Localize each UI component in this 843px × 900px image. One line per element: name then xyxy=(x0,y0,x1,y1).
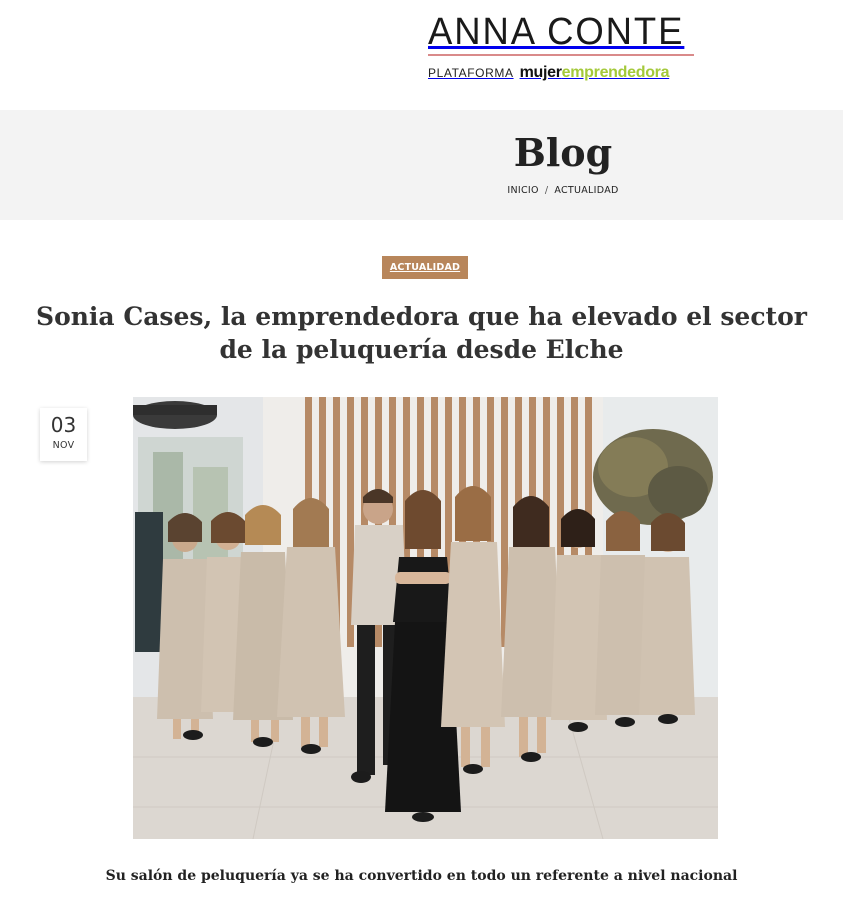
post-date-month: NOV xyxy=(52,440,75,451)
logo-subline: PLATAFORMA mujer emprendedora xyxy=(428,64,696,82)
page-title: Blog xyxy=(513,130,613,175)
page-banner: Blog INICIO / ACTUALIDAD xyxy=(0,110,843,220)
logo-name: ANNA CONTE xyxy=(428,11,685,53)
post-date-day: 03 xyxy=(50,413,77,437)
site-header: ANNA CONTE PLATAFORMA mujer emprendedora xyxy=(0,0,843,110)
post-date-box: 03 NOV xyxy=(40,408,87,461)
logo-rule xyxy=(428,54,694,56)
logo-brand-part1: mujer xyxy=(519,64,562,81)
hero-photo-illustration xyxy=(133,397,718,839)
site-logo[interactable]: ANNA CONTE PLATAFORMA mujer emprendedora xyxy=(428,12,696,82)
logo-platform-label: PLATAFORMA xyxy=(428,66,514,80)
breadcrumb-separator: / xyxy=(544,185,549,196)
breadcrumb-category-link[interactable]: ACTUALIDAD xyxy=(554,185,618,196)
category-badge[interactable]: ACTUALIDAD xyxy=(382,256,468,279)
logo-brand-part2: emprendedora xyxy=(561,64,670,81)
article-subtitle: Su salón de peluquería ya se ha converti… xyxy=(105,868,738,884)
article-title: Sonia Cases, la emprendedora que ha elev… xyxy=(36,302,807,364)
breadcrumb-home-link[interactable]: INICIO xyxy=(507,185,538,196)
breadcrumb: INICIO / ACTUALIDAD xyxy=(460,185,666,196)
article-hero-image xyxy=(133,397,718,839)
